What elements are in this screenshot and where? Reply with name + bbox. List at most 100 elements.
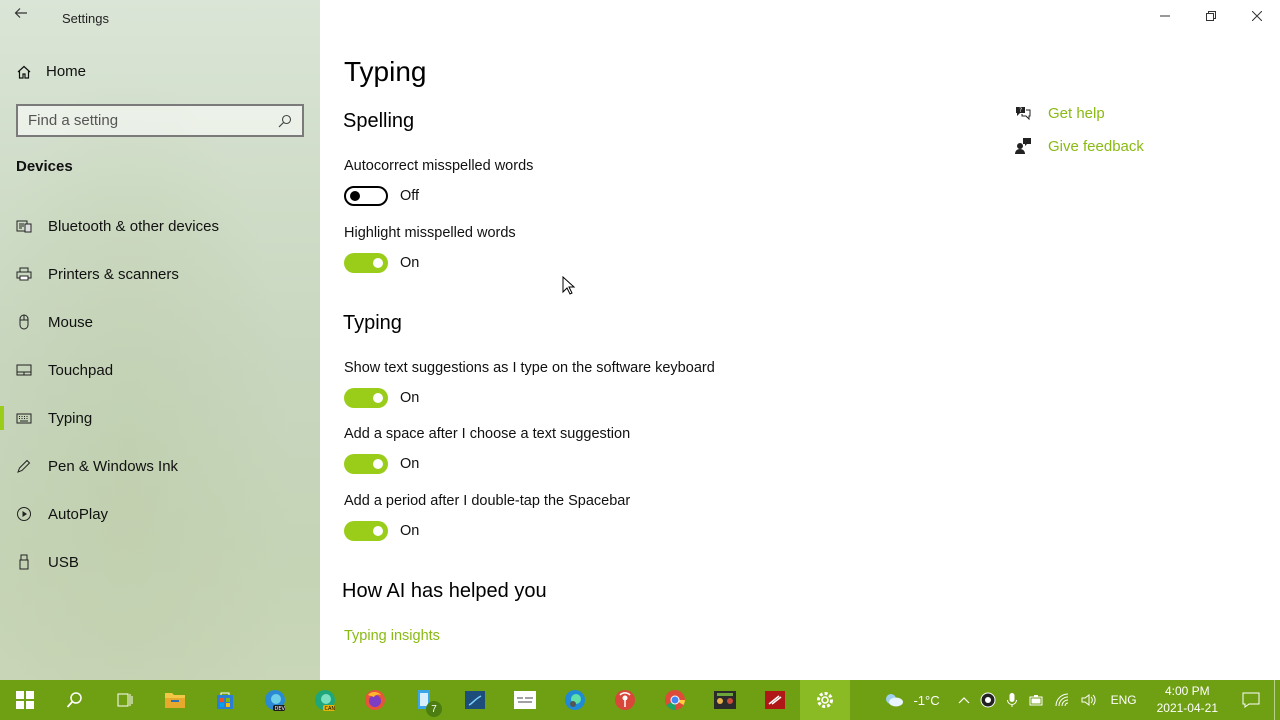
sidebar-item-label: Printers & scanners	[48, 265, 179, 283]
obs-icon	[980, 692, 996, 708]
typing-heading: Typing	[343, 312, 402, 334]
taskbar-notepad[interactable]: 7	[400, 680, 450, 720]
search-icon[interactable]	[278, 114, 292, 128]
minimize-button[interactable]	[1142, 0, 1188, 32]
home-label: Home	[46, 63, 87, 80]
minimize-icon	[1160, 15, 1170, 17]
suggestions-label: Show text suggestions as I type on the s…	[344, 360, 715, 376]
tray-language[interactable]: ENG	[1101, 680, 1147, 720]
period-toggle[interactable]	[344, 521, 388, 541]
sidebar-item-typing[interactable]: Typing	[0, 394, 320, 442]
sidebar-item-pen[interactable]: Pen & Windows Ink	[0, 442, 320, 490]
period-label: Add a period after I double-tap the Spac…	[344, 493, 631, 509]
section-label-devices: Devices	[16, 158, 73, 175]
autocorrect-toggle[interactable]	[344, 186, 388, 206]
get-help-icon: ?	[1016, 107, 1031, 121]
folder-icon	[165, 693, 185, 708]
svg-text:?: ?	[1019, 107, 1022, 114]
taskbar-red-app[interactable]	[750, 680, 800, 720]
period-setting: On	[344, 521, 419, 541]
suggestions-state: On	[400, 390, 420, 406]
window-title: Settings	[62, 11, 109, 26]
taskbar-firefox[interactable]	[350, 680, 400, 720]
settings-main: Typing Spelling Autocorrect misspelled w…	[320, 0, 1280, 680]
taskbar-edge-canary[interactable]: CAN	[300, 680, 350, 720]
taskbar-settings[interactable]	[800, 680, 850, 720]
autocorrect-label: Autocorrect misspelled words	[344, 158, 534, 174]
highlight-setting: On	[344, 253, 419, 273]
close-icon	[1252, 11, 1262, 21]
tray-clock[interactable]: 4:00 PM 2021-04-21	[1147, 680, 1228, 720]
search-box[interactable]	[16, 104, 304, 137]
autoplay-icon	[17, 507, 31, 521]
action-center-button[interactable]	[1228, 680, 1274, 720]
edge-canary-icon: CAN	[315, 690, 335, 712]
taskbar-podcast[interactable]	[600, 680, 650, 720]
typing-insights-link[interactable]: Typing insights	[344, 628, 440, 644]
sidebar-item-bluetooth[interactable]: Bluetooth & other devices	[0, 202, 320, 250]
wifi-icon	[1055, 693, 1068, 707]
weather-widget[interactable]: -1°C	[878, 680, 944, 720]
get-help-link[interactable]: ? Get help	[1014, 104, 1105, 122]
tray-overflow[interactable]	[953, 680, 975, 720]
taskbar-media-app[interactable]	[700, 680, 750, 720]
restore-button[interactable]	[1188, 0, 1234, 32]
space-toggle[interactable]	[344, 454, 388, 474]
sidebar-item-label: Mouse	[48, 313, 94, 331]
settings-sidebar: Settings Home Devices Bluetooth & other …	[0, 0, 320, 680]
firefox-icon	[365, 690, 385, 710]
gear-icon	[817, 692, 833, 708]
taskbar-app-blue[interactable]	[450, 680, 500, 720]
space-label: Add a space after I choose a text sugges…	[344, 426, 631, 442]
home-nav-item[interactable]: Home	[16, 63, 86, 80]
restore-icon	[1206, 11, 1216, 21]
give-feedback-link[interactable]: Give feedback	[1014, 137, 1144, 155]
taskbar-app-white[interactable]	[500, 680, 550, 720]
sidebar-item-mouse[interactable]: Mouse	[0, 298, 320, 346]
store-icon	[217, 692, 233, 709]
tray-volume[interactable]	[1075, 680, 1101, 720]
chrome-icon	[665, 690, 685, 710]
red-app-icon	[765, 691, 785, 709]
sidebar-item-label: USB	[48, 553, 79, 571]
search-input[interactable]	[28, 112, 278, 129]
show-desktop-button[interactable]	[1274, 680, 1280, 720]
mouse-icon	[19, 314, 29, 330]
task-view-button[interactable]	[100, 680, 150, 720]
close-button[interactable]	[1234, 0, 1280, 32]
back-arrow-icon[interactable]	[14, 6, 34, 26]
sidebar-item-usb[interactable]: USB	[0, 538, 320, 586]
tray-microphone[interactable]	[1001, 680, 1023, 720]
highlight-toggle[interactable]	[344, 253, 388, 273]
taskbar-edge-dev[interactable]: DEV	[250, 680, 300, 720]
task-view-icon	[117, 693, 133, 707]
suggestions-toggle[interactable]	[344, 388, 388, 408]
tray-battery[interactable]	[1023, 680, 1049, 720]
taskbar-file-explorer[interactable]	[150, 680, 200, 720]
printer-icon	[16, 267, 32, 281]
sidebar-item-label: Touchpad	[48, 361, 114, 379]
weather-temp: -1°C	[913, 692, 940, 708]
autocorrect-setting: Off	[344, 186, 419, 206]
taskbar: DEV CAN 7 -1°C ENG 4:00 PM 2021-04-21	[0, 680, 1280, 720]
sidebar-item-autoplay[interactable]: AutoPlay	[0, 490, 320, 538]
usb-icon	[19, 554, 29, 570]
taskbar-search-button[interactable]	[50, 680, 100, 720]
suggestions-setting: On	[344, 388, 419, 408]
tray-app[interactable]	[975, 680, 1001, 720]
taskbar-chrome[interactable]	[650, 680, 700, 720]
sidebar-item-label: Bluetooth & other devices	[48, 217, 219, 235]
taskbar-edge[interactable]	[550, 680, 600, 720]
tray-network[interactable]	[1049, 680, 1075, 720]
get-help-label: Get help	[1048, 104, 1105, 122]
start-button[interactable]	[0, 680, 50, 720]
windows-logo-icon	[16, 691, 34, 709]
taskbar-badge: 7	[426, 701, 442, 717]
sidebar-item-touchpad[interactable]: Touchpad	[0, 346, 320, 394]
sidebar-item-printers[interactable]: Printers & scanners	[0, 250, 320, 298]
home-icon	[17, 65, 31, 79]
battery-icon	[1029, 695, 1043, 706]
taskbar-store[interactable]	[200, 680, 250, 720]
sidebar-item-label: Typing	[48, 409, 93, 427]
clock-time: 4:00 PM	[1164, 684, 1210, 698]
